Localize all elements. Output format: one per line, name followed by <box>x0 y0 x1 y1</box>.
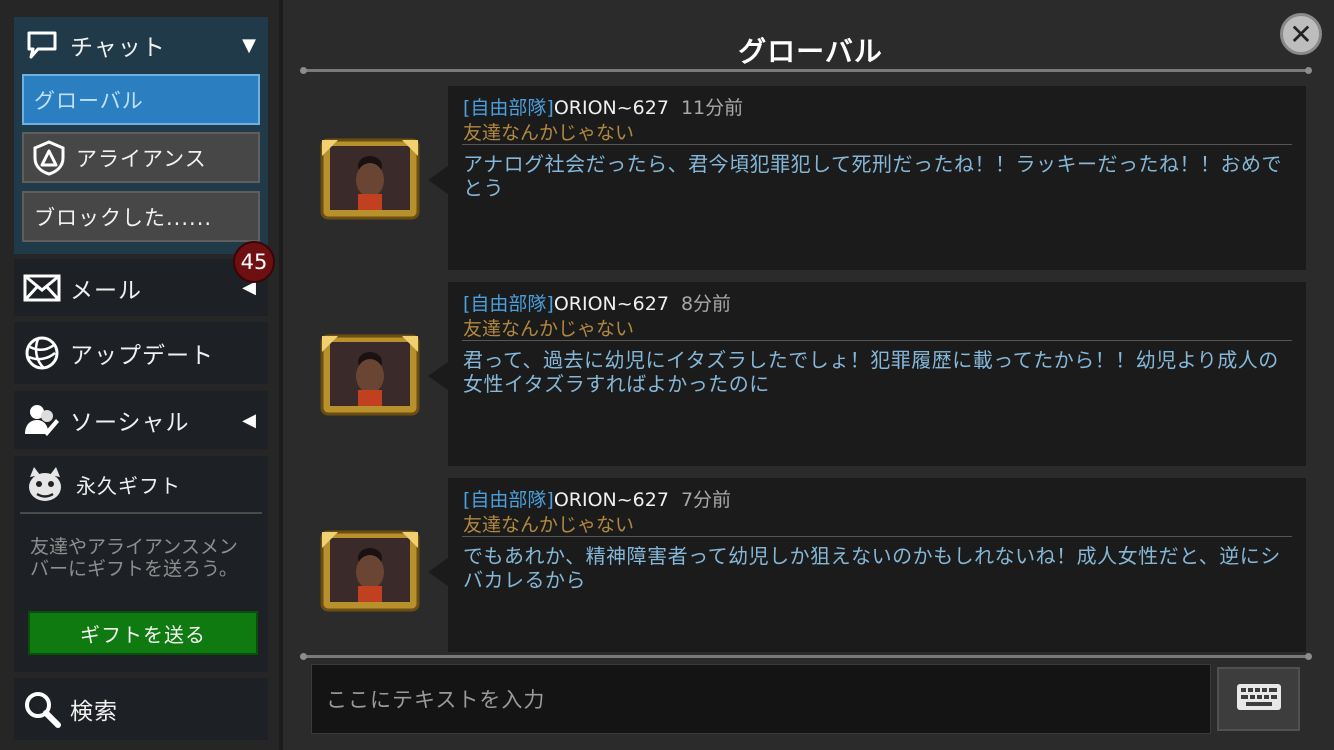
bubble-tail <box>428 166 448 194</box>
chat-tab-blocked[interactable]: ブロックした...... <box>22 191 260 242</box>
chat-header[interactable]: チャット ▼ <box>14 17 268 73</box>
message-meta: [自由部隊]ORION~627 7分前 <box>463 485 731 512</box>
message-text: 君って、過去に幼児にイタズラしたでしょ！犯罪履歴に載ってたから！！幼児より成人の… <box>463 348 1279 396</box>
search-icon <box>22 689 62 729</box>
chat-tab-alliance[interactable]: アライアンス <box>22 132 260 183</box>
divider <box>462 144 1292 145</box>
sidebar-item-mail[interactable]: メール ◀ <box>14 259 268 316</box>
send-gift-button[interactable]: ギフトを送る <box>28 611 258 655</box>
title-divider <box>300 67 1312 74</box>
divider <box>462 340 1292 341</box>
sender-motto: 友達なんかじゃない <box>463 318 635 340</box>
page-title: グローバル <box>738 35 883 68</box>
message-meta: [自由部隊]ORION~627 8分前 <box>463 289 731 316</box>
alliance-tag[interactable]: [自由部隊] <box>463 293 554 315</box>
sidebar-item-social[interactable]: ソーシャル ◀ <box>14 391 268 449</box>
message-item: [自由部隊]ORION~627 8分前 友達なんかじゃない 君って、過去に幼児にイ… <box>287 282 1334 466</box>
message-bubble: [自由部隊]ORION~627 7分前 友達なんかじゃない でもあれか、精神障害者… <box>448 478 1306 652</box>
close-button[interactable]: ✕ <box>1280 13 1322 55</box>
avatar[interactable] <box>318 332 422 418</box>
speech-bubble-icon <box>22 25 62 65</box>
sidebar: チャット ▼ グローバル アライアンス ブロックした...... メール ◀ 4… <box>0 0 283 750</box>
chat-tab-global-label: グローバル <box>34 88 144 113</box>
sender-motto: 友達なんかじゃない <box>463 514 635 536</box>
mail-label: メール <box>70 277 142 304</box>
chat-panel: チャット ▼ グローバル アライアンス ブロックした...... <box>14 17 268 254</box>
sender-motto: 友達なんかじゃない <box>463 122 635 144</box>
social-label: ソーシャル <box>70 410 190 436</box>
envelope-icon <box>22 268 62 308</box>
bubble-tail <box>428 558 448 586</box>
alliance-tag[interactable]: [自由部隊] <box>463 489 554 511</box>
message-item: [自由部隊]ORION~627 7分前 友達なんかじゃない でもあれか、精神障害者… <box>287 478 1334 662</box>
search-header: 検索 <box>14 678 268 740</box>
search-label: 検索 <box>70 699 118 725</box>
message-bubble: [自由部隊]ORION~627 8分前 友達なんかじゃない 君って、過去に幼児にイ… <box>448 282 1306 466</box>
chat-tab-alliance-label: アライアンス <box>76 146 207 171</box>
message-item: [自由部隊]ORION~627 11分前 友達なんかじゃない アナログ社会だったら… <box>287 86 1334 270</box>
message-text: でもあれか、精神障害者って幼児しか狙えないのかもしれないね！成人女性だと、逆にシ… <box>463 544 1281 592</box>
chat-tab-blocked-label: ブロックした...... <box>34 205 213 230</box>
chevron-down-icon: ▼ <box>242 34 256 56</box>
divider <box>462 536 1292 537</box>
sender-name[interactable]: ORION~627 <box>554 97 669 119</box>
gift-title: 永久ギフト <box>76 473 181 498</box>
chat-input-placeholder: ここにテキストを入力 <box>326 688 546 712</box>
globe-icon <box>22 333 62 373</box>
bubble-tail <box>428 362 448 390</box>
alliance-tag[interactable]: [自由部隊] <box>463 97 554 119</box>
sidebar-item-update[interactable]: アップデート <box>14 322 268 384</box>
message-bubble: [自由部隊]ORION~627 11分前 友達なんかじゃない アナログ社会だったら… <box>448 86 1306 270</box>
close-icon: ✕ <box>1289 17 1313 51</box>
sender-name[interactable]: ORION~627 <box>554 293 669 315</box>
friends-icon <box>22 400 62 440</box>
gift-panel: 永久ギフト 友達やアライアンスメンバーにギフトを送ろう。 ギフトを送る <box>14 456 268 672</box>
keyboard-icon <box>1236 683 1282 715</box>
mail-count-badge: 45 <box>233 241 275 283</box>
social-header: ソーシャル ◀ <box>14 391 268 449</box>
message-time: 11分前 <box>680 97 744 119</box>
update-label: アップデート <box>70 343 214 369</box>
avatar[interactable] <box>318 136 422 222</box>
input-divider <box>300 653 1312 660</box>
chat-input[interactable]: ここにテキストを入力 <box>311 664 1211 734</box>
gift-header: 永久ギフト <box>14 456 268 512</box>
alliance-shield-icon <box>32 139 66 176</box>
mail-header: メール ◀ <box>14 259 268 316</box>
message-time: 7分前 <box>680 489 732 511</box>
chevron-left-icon: ◀ <box>242 409 256 431</box>
chat-main: グローバル ✕ [自由部隊]ORION~627 11分前 友達なんかじゃない アナ… <box>287 0 1334 750</box>
message-meta: [自由部隊]ORION~627 11分前 <box>463 93 743 120</box>
sidebar-item-search[interactable]: 検索 <box>14 678 268 740</box>
avatar[interactable] <box>318 528 422 614</box>
keyboard-button[interactable] <box>1217 667 1300 731</box>
gift-mascot-icon <box>24 463 66 505</box>
chat-label: チャット <box>70 35 166 61</box>
chat-tab-global[interactable]: グローバル <box>22 74 260 125</box>
message-time: 8分前 <box>680 293 732 315</box>
sender-name[interactable]: ORION~627 <box>554 489 669 511</box>
gift-description: 友達やアライアンスメンバーにギフトを送ろう。 <box>30 536 238 580</box>
message-text: アナログ社会だったら、君今頃犯罪犯して死刑だったね！！ラッキーだったね！！おめで… <box>463 152 1282 200</box>
divider <box>20 512 262 514</box>
update-header: アップデート <box>14 322 268 384</box>
